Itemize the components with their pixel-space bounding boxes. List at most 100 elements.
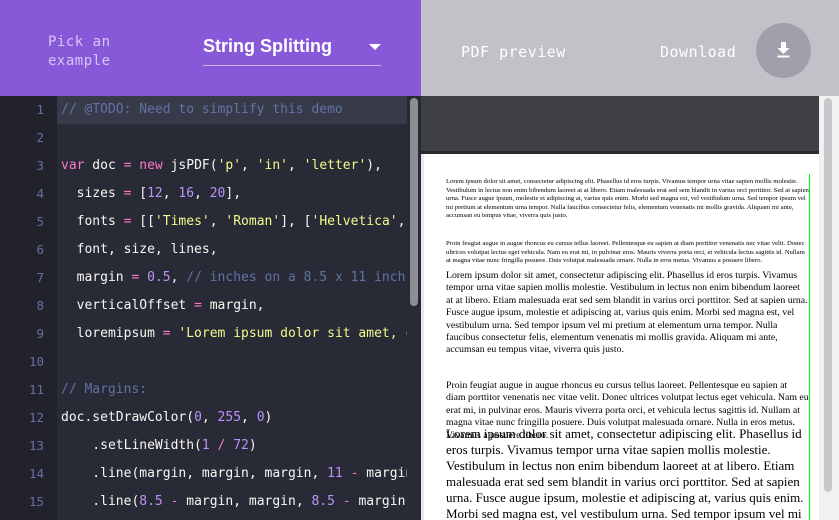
line-number: 3 [36, 158, 44, 173]
pdf-page: Lorem ipsum dolor sit amet, consectetur … [424, 154, 819, 520]
code-token: , [288, 158, 304, 173]
code-token: 'Lorem ipsum dolor sit amet, c [178, 326, 407, 341]
code-token: ) [248, 438, 257, 453]
code-token: = [162, 326, 171, 341]
code-token: .line(margin, margin, margin, [61, 466, 328, 481]
code-token: 'Times' [154, 214, 210, 229]
line-number: 4 [36, 186, 44, 201]
pdf-viewer-toolbar [421, 96, 819, 151]
example-select[interactable]: String Splitting [203, 34, 381, 66]
code-line: margin = 0.5, // inches on a 8.5 x 11 in… [61, 264, 406, 292]
code-token: - [342, 494, 351, 509]
code-token: margin [366, 466, 407, 481]
line-number: 15 [28, 494, 44, 509]
code-token: ) [264, 410, 273, 425]
code-token: , [397, 214, 406, 229]
code-token: 'in' [256, 158, 289, 173]
code-token: [[ [131, 214, 155, 229]
line-number: 11 [28, 382, 44, 397]
code-token: , [194, 186, 210, 201]
code-token: new [139, 158, 163, 173]
pick-example-label: Pick an example [48, 34, 111, 69]
code-token: 11 [327, 466, 343, 481]
code-line: // @TODO: Need to simplify this demo [61, 96, 343, 124]
code-editor[interactable]: 1 2 3 4 5 6 7 8 9 10 11 12 13 14 15 // @TODO: Need to … [0, 96, 421, 520]
line-number: 8 [36, 298, 44, 313]
pdf-preview-label: PDF preview [461, 43, 566, 61]
code-token: 8.5 [311, 494, 335, 509]
code-token: , [241, 410, 257, 425]
code-token: [ [131, 186, 148, 201]
code-token: doc.setDrawColor( [61, 410, 195, 425]
code-line: // Margins: [61, 376, 147, 404]
code-token: 'p' [217, 158, 242, 173]
code-line: var doc = new jsPDF('p', 'in', 'letter')… [61, 152, 382, 180]
code-token: = [194, 298, 202, 313]
code-token: .setLineWidth( [61, 438, 202, 453]
pdf-margin-line [809, 174, 810, 520]
download-arrow-icon [777, 42, 790, 58]
code-token: 16 [178, 186, 195, 201]
code-token: 'Helvetica' [311, 214, 398, 229]
code-token: ], [225, 186, 242, 201]
line-number: 6 [36, 242, 44, 257]
code-token: fonts [61, 214, 124, 229]
code-token: font, size, lines, [61, 242, 218, 257]
code-line: .setLineWidth(1 / 72) [61, 432, 257, 460]
code-token: 0 [256, 410, 265, 425]
line-number: 2 [36, 130, 44, 145]
code-area[interactable]: // @TODO: Need to simplify this demo var … [61, 96, 407, 520]
code-line: sizes = [12, 16, 20], [61, 180, 241, 208]
code-line: .line(8.5 - margin, margin, 8.5 - margin… [61, 488, 407, 516]
code-token: , [170, 270, 187, 285]
code-token: 'Roman' [225, 214, 281, 229]
code-token: 0.5 [147, 270, 171, 285]
editor-scrollbar[interactable] [410, 98, 418, 306]
line-number-gutter: 1 2 3 4 5 6 7 8 9 10 11 12 13 14 15 [0, 96, 57, 520]
pdf-preview-pane: Lorem ipsum dolor sit amet, consectetur … [421, 96, 839, 520]
code-token: 1 [201, 438, 210, 453]
code-token: 'letter' [303, 158, 367, 173]
code-line: doc.setDrawColor(0, 255, 0) [61, 404, 272, 432]
line-number: 1 [36, 102, 44, 117]
code-token: , [209, 214, 226, 229]
code-token: 12 [147, 186, 163, 201]
pdf-paragraph-12pt-2: Proin feugiat augue in augue rhoncus eu … [446, 240, 805, 265]
code-token: var [61, 158, 85, 173]
code-token: margin, [350, 494, 407, 509]
code-token: 255 [217, 410, 242, 425]
code-line: .line(margin, margin, margin, 11 - margi… [61, 460, 407, 488]
line-number: 9 [36, 326, 44, 341]
code-line: font, size, lines, [61, 236, 218, 264]
code-token: ], [ [280, 214, 312, 229]
pdf-paragraph-16pt-1: Lorem ipsum dolor sit amet, consectetur … [446, 270, 808, 356]
line-number: 10 [28, 354, 44, 369]
line-number: 5 [36, 214, 44, 229]
preview-scrollbar[interactable] [824, 98, 832, 492]
code-token: 72 [233, 438, 249, 453]
code-token: sizes [61, 186, 124, 201]
pdf-paragraph-12pt-1: Lorem ipsum dolor sit amet, consectetur … [446, 178, 809, 220]
code-token: , [241, 158, 257, 173]
download-button[interactable] [756, 23, 811, 78]
code-token: margin [61, 270, 132, 285]
code-token: , [201, 410, 218, 425]
download-link[interactable]: Download [660, 43, 736, 61]
code-token: ), [366, 158, 382, 173]
code-line: fonts = [['Times', 'Roman'], ['Helvetica… [61, 208, 407, 236]
pdf-paragraph-20pt-1: Lorem ipsum dolor sit amet, consectetur … [446, 426, 804, 520]
code-token: verticalOffset [61, 298, 195, 313]
code-token: // inches on a 8.5 x 11 inch [186, 270, 406, 285]
code-line: loremipsum = 'Lorem ipsum dolor sit amet… [61, 320, 407, 348]
line-number: 13 [28, 438, 44, 453]
code-token: 20 [209, 186, 226, 201]
code-token: margin, [201, 298, 265, 313]
preview-header: PDF preview Download [421, 0, 839, 96]
code-token: .line( [61, 494, 140, 509]
selected-example-value: String Splitting [203, 36, 332, 56]
code-token: // @TODO: Need to simplify this demo [61, 102, 343, 117]
